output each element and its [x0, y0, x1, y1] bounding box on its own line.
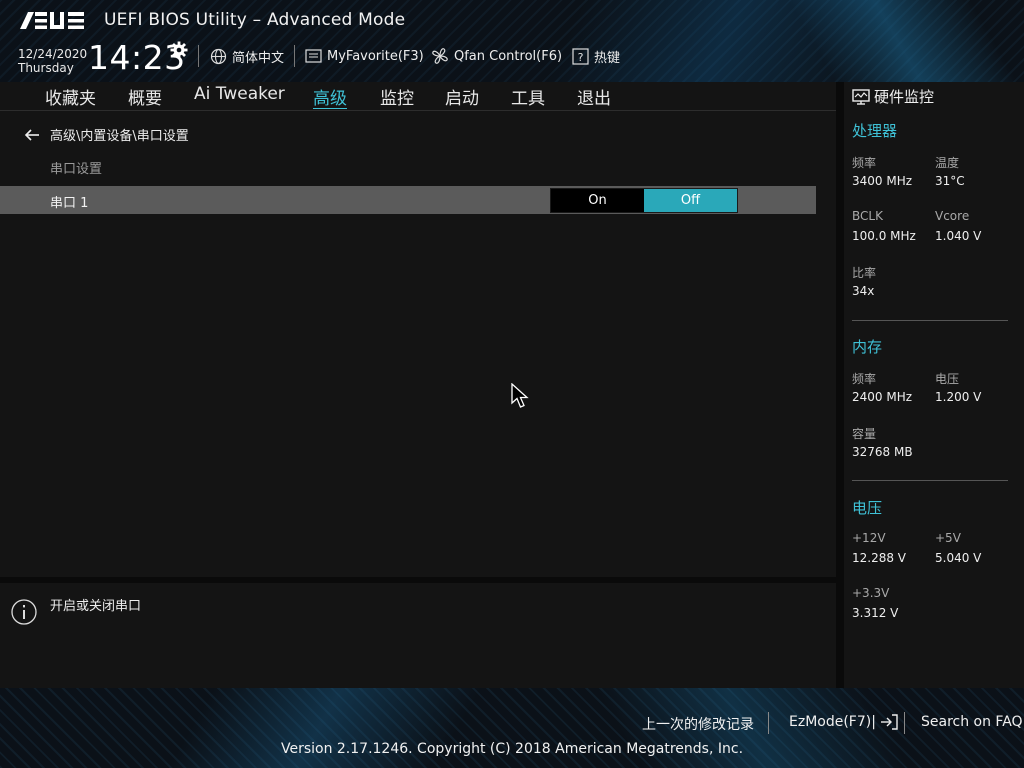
- ezmode-label: EzMode(F7)|: [789, 714, 876, 730]
- hotkeys-label: 热键: [594, 50, 621, 66]
- hotkeys-button[interactable]: ? 热键: [572, 46, 620, 66]
- cpu-temp-label: 温度: [935, 156, 960, 170]
- app-title: UEFI BIOS Utility – Advanced Mode: [104, 10, 406, 30]
- cpu-freq-label: 频率: [852, 156, 877, 170]
- tab-main[interactable]: 概要: [128, 84, 162, 109]
- vcore-value: 1.040 V: [935, 229, 982, 243]
- qfan-label: Qfan Control(F6): [454, 48, 563, 64]
- serial-port-toggle[interactable]: On Off: [550, 188, 738, 213]
- hardware-monitor-panel: 硬件监控 处理器 频率 3400 MHz 温度 31°C BCLK 100.0 …: [844, 82, 1024, 688]
- panel-separator: [852, 480, 1008, 481]
- exit-arrow-icon: [880, 714, 898, 730]
- language-button[interactable]: 简体中文: [210, 46, 284, 66]
- toggle-on-option[interactable]: On: [551, 189, 644, 212]
- search-faq-button[interactable]: Search on FAQ: [921, 714, 1023, 730]
- help-box-icon: ?: [572, 47, 589, 65]
- panel-title-text: 硬件监控: [874, 88, 935, 106]
- mem-capacity-value: 32768 MB: [852, 445, 913, 459]
- mem-volt-label: 电压: [935, 372, 960, 386]
- cpu-freq-value: 3400 MHz: [852, 174, 913, 188]
- panel-separator: [852, 320, 1008, 321]
- favorite-list-icon: [305, 48, 322, 63]
- language-label: 简体中文: [232, 50, 285, 66]
- mem-volt-value: 1.200 V: [935, 390, 982, 404]
- serial-port-1-row[interactable]: 串口 1 On Off: [0, 186, 816, 214]
- back-arrow-icon[interactable]: [24, 128, 40, 142]
- myfavorite-label: MyFavorite(F3): [327, 48, 424, 64]
- v5-label: +5V: [935, 531, 961, 545]
- tab-exit[interactable]: 退出: [577, 84, 611, 109]
- cpu-temp-value: 31°C: [935, 174, 965, 188]
- mem-freq-value: 2400 MHz: [852, 390, 913, 404]
- breadcrumb: 高级\内置设备\串口设置: [24, 125, 189, 144]
- tab-favorites[interactable]: 收藏夹: [45, 84, 96, 109]
- memory-heading: 内存: [852, 338, 883, 356]
- header-bar: UEFI BIOS Utility – Advanced Mode 12/24/…: [0, 0, 1024, 83]
- footer-divider: [768, 712, 769, 734]
- last-modified-button[interactable]: 上一次的修改记录: [642, 714, 754, 734]
- fan-icon: [432, 48, 448, 64]
- bclk-value: 100.0 MHz: [852, 229, 916, 243]
- footer-bar: 上一次的修改记录 EzMode(F7)| Search on FAQ Versi…: [0, 688, 1024, 768]
- hardware-monitor-title: 硬件监控: [852, 86, 934, 107]
- section-label: 串口设置: [50, 162, 103, 177]
- copyright-text: Version 2.17.1246. Copyright (C) 2018 Am…: [280, 741, 744, 757]
- help-text: 开启或关闭串口: [50, 599, 142, 614]
- tab-ai-tweaker[interactable]: Ai Tweaker: [194, 84, 285, 104]
- v33-value: 3.312 V: [852, 606, 899, 620]
- info-icon: [11, 599, 37, 625]
- tab-tool[interactable]: 工具: [511, 84, 545, 109]
- toggle-off-option[interactable]: Off: [644, 189, 737, 212]
- voltage-heading: 电压: [852, 499, 883, 517]
- cpu-heading: 处理器: [852, 122, 898, 140]
- mem-capacity-label: 容量: [852, 427, 877, 441]
- main-menu-tabs: 收藏夹 概要 Ai Tweaker 高级 监控 启动 工具 退出: [0, 82, 836, 111]
- panel-divider: [836, 82, 844, 688]
- breadcrumb-path: 高级\内置设备\串口设置: [50, 129, 189, 144]
- date-display: 12/24/2020 Thursday: [18, 47, 87, 75]
- gear-icon[interactable]: [170, 41, 188, 59]
- footer-divider: [904, 712, 905, 734]
- v12-value: 12.288 V: [852, 551, 907, 565]
- weekday: Thursday: [18, 61, 74, 75]
- bclk-label: BCLK: [852, 209, 883, 223]
- vcore-label: Vcore: [935, 209, 970, 223]
- ezmode-button[interactable]: EzMode(F7)|: [789, 714, 898, 730]
- v33-label: +3.3V: [852, 586, 890, 600]
- header-divider: [294, 45, 295, 67]
- ratio-label: 比率: [852, 266, 877, 280]
- tab-advanced[interactable]: 高级: [313, 84, 347, 109]
- svg-text:?: ?: [578, 51, 584, 64]
- asus-logo: [20, 12, 84, 29]
- mouse-cursor: [511, 383, 529, 408]
- ratio-value: 34x: [852, 284, 875, 298]
- globe-icon: [210, 48, 227, 64]
- help-panel: 开启或关闭串口: [0, 583, 836, 687]
- v12-label: +12V: [852, 531, 886, 545]
- header-divider: [198, 45, 199, 67]
- v5-value: 5.040 V: [935, 551, 982, 565]
- date: 12/24/2020: [18, 47, 88, 61]
- monitor-icon: [852, 88, 870, 105]
- tab-monitor[interactable]: 监控: [380, 84, 414, 109]
- myfavorite-button[interactable]: MyFavorite(F3): [305, 46, 424, 66]
- main-content: 高级\内置设备\串口设置 串口设置 串口 1 On Off: [0, 111, 836, 577]
- setting-label: 串口 1: [50, 196, 89, 211]
- tab-boot[interactable]: 启动: [445, 84, 479, 109]
- qfan-control-button[interactable]: Qfan Control(F6): [431, 46, 562, 66]
- mem-freq-label: 频率: [852, 372, 877, 386]
